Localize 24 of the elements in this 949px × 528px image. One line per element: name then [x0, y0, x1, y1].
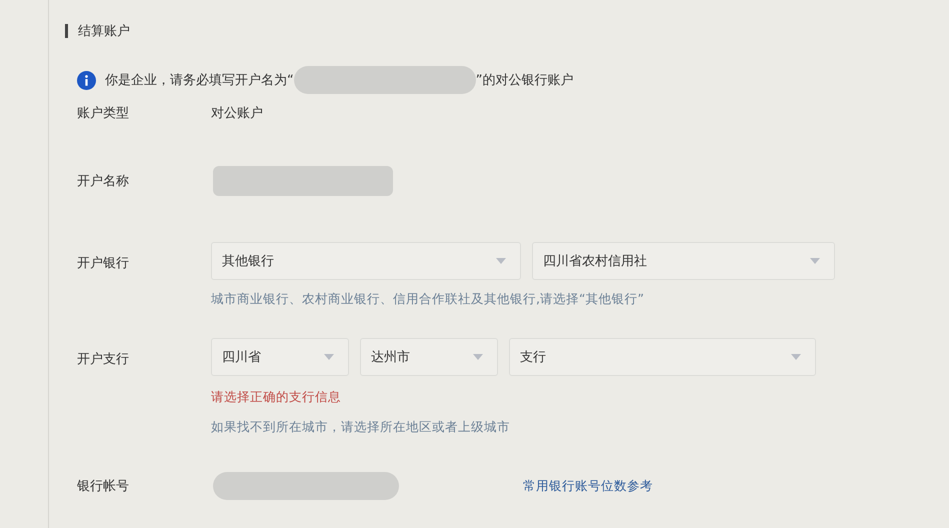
dropdown[interactable]: 达州市	[360, 338, 498, 376]
dropdown[interactable]: 支行	[509, 338, 816, 376]
notice-text: ”的对公银行账户	[476, 72, 574, 89]
field-label: 开户名称	[77, 173, 130, 190]
info-icon	[77, 70, 96, 90]
caret-icon	[791, 354, 801, 360]
field-label: 账户类型	[77, 105, 130, 122]
dropdown[interactable]: 四川省农村信用社	[532, 242, 835, 280]
caret-icon	[810, 258, 820, 264]
caret-icon	[496, 258, 506, 264]
field-label: 开户银行	[77, 255, 130, 272]
caret-icon	[473, 354, 483, 360]
error-text: 请选择正确的支行信息	[211, 389, 341, 406]
dropdown[interactable]: 其他银行	[211, 242, 521, 280]
hint-text: 城市商业银行、农村商业银行、信用合作联社及其他银行,请选择“其他银行”	[211, 291, 644, 308]
reference-link[interactable]: 常用银行账号位数参考	[523, 478, 653, 494]
notice-text: 你是企业，请务必填写开户名为“	[105, 72, 294, 89]
caret-icon	[324, 354, 334, 360]
field-label: 开户支行	[77, 351, 130, 368]
section-title: 结算账户	[78, 23, 130, 40]
field-label: 银行帐号	[77, 478, 130, 495]
field-value: 对公账户	[211, 105, 263, 122]
hint-text: 如果找不到所在城市，请选择所在地区或者上级城市	[211, 419, 510, 436]
dropdown[interactable]: 四川省	[211, 338, 349, 376]
